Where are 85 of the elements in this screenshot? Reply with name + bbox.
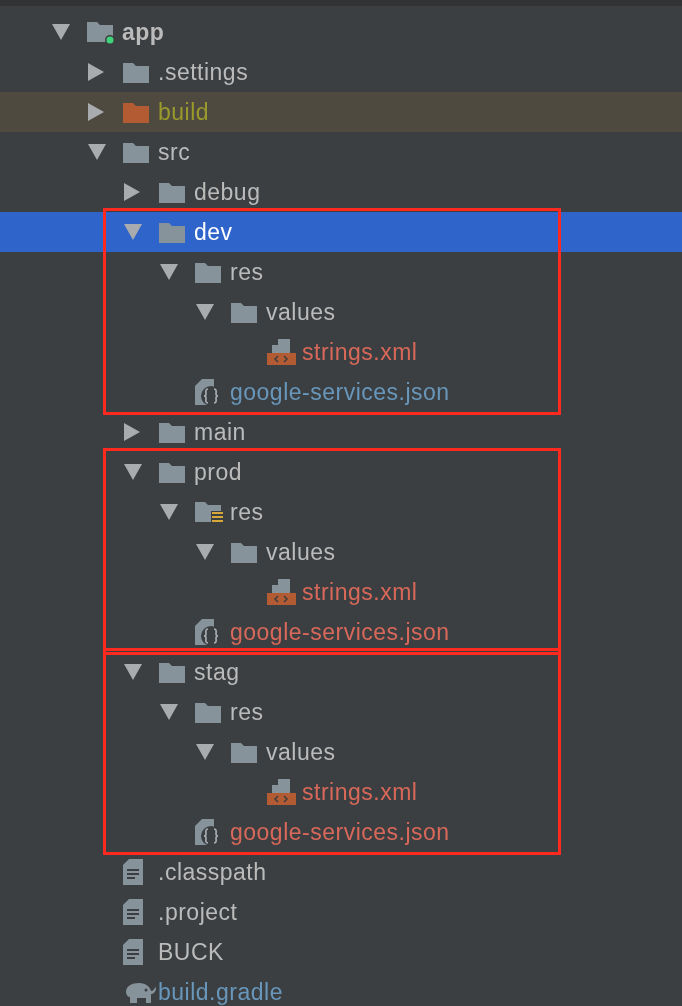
tree-item-label: values [266, 537, 336, 567]
expand-arrow-icon[interactable] [88, 63, 104, 81]
tree-item-label: google-services.json [230, 377, 450, 407]
collapse-arrow-icon[interactable] [196, 744, 214, 760]
tree-item-label: dev [194, 217, 233, 247]
tree-row[interactable]: debug [0, 172, 682, 212]
collapse-arrow-icon[interactable] [160, 504, 178, 520]
tree-row[interactable]: strings.xml [0, 572, 682, 612]
tree-row[interactable]: res [0, 492, 682, 532]
tree-item-label: stag [194, 657, 240, 687]
tree-item-label: src [158, 137, 191, 167]
tree-item-label: debug [194, 177, 261, 207]
tree-row[interactable]: values [0, 292, 682, 332]
collapse-arrow-icon[interactable] [160, 704, 178, 720]
tree-row[interactable]: build.gradle [0, 972, 682, 1006]
tree-row[interactable]: prod [0, 452, 682, 492]
folder-icon [230, 540, 258, 564]
tree-item-label: strings.xml [302, 777, 418, 807]
text-file-icon [122, 898, 144, 926]
folder-icon [158, 220, 186, 244]
tree-row[interactable]: src [0, 132, 682, 172]
tree-row[interactable]: .project [0, 892, 682, 932]
tree-row[interactable]: app [0, 12, 682, 52]
xml-file-icon [266, 578, 296, 606]
tree-item-label: app [122, 17, 165, 47]
tree-item-label: .classpath [158, 857, 267, 887]
expand-arrow-icon[interactable] [88, 103, 104, 121]
folder-icon [122, 100, 150, 124]
collapse-arrow-icon[interactable] [124, 664, 142, 680]
module-folder-icon [86, 19, 116, 45]
tree-item-label: build [158, 97, 210, 127]
tree-item-label: values [266, 297, 336, 327]
folder-icon [158, 180, 186, 204]
tree-item-label: strings.xml [302, 577, 418, 607]
tree-item-label: prod [194, 457, 243, 487]
collapse-arrow-icon[interactable] [160, 264, 178, 280]
collapse-arrow-icon[interactable] [52, 24, 70, 40]
tree-row[interactable]: main [0, 412, 682, 452]
tree-item-label: google-services.json [230, 617, 450, 647]
folder-icon [158, 660, 186, 684]
xml-file-icon [266, 338, 296, 366]
tree-row[interactable]: google-services.json [0, 612, 682, 652]
tree-item-label: .settings [158, 57, 249, 87]
tree-row[interactable]: build [0, 92, 682, 132]
folder-icon [194, 700, 222, 724]
tree-row[interactable]: .settings [0, 52, 682, 92]
folder-icon [158, 420, 186, 444]
folder-icon [122, 140, 150, 164]
tree-item-label: res [230, 497, 264, 527]
tree-item-label: build.gradle [158, 977, 283, 1006]
collapse-arrow-icon[interactable] [88, 144, 106, 160]
tree-item-label: strings.xml [302, 337, 418, 367]
tree-row[interactable]: google-services.json [0, 372, 682, 412]
tree-row[interactable]: google-services.json [0, 812, 682, 852]
tree-row[interactable]: strings.xml [0, 772, 682, 812]
folder-icon [158, 460, 186, 484]
tree-row[interactable]: strings.xml [0, 332, 682, 372]
tree-item-label: .project [158, 897, 238, 927]
tree-row[interactable]: res [0, 252, 682, 292]
folder-icon [230, 300, 258, 324]
text-file-icon [122, 858, 144, 886]
folder-icon [230, 740, 258, 764]
tree-item-label: res [230, 697, 264, 727]
folder-icon [194, 260, 222, 284]
text-file-icon [122, 938, 144, 966]
xml-file-icon [266, 778, 296, 806]
tree-row[interactable]: values [0, 532, 682, 572]
tree-item-label: BUCK [158, 937, 224, 967]
collapse-arrow-icon[interactable] [124, 464, 142, 480]
collapse-arrow-icon[interactable] [196, 304, 214, 320]
expand-arrow-icon[interactable] [124, 183, 140, 201]
tree-item-label: res [230, 257, 264, 287]
tree-row[interactable]: .classpath [0, 852, 682, 892]
folder-icon [122, 60, 150, 84]
tree-item-label: google-services.json [230, 817, 450, 847]
tree-row[interactable]: res [0, 692, 682, 732]
tree-row[interactable]: dev [0, 212, 682, 252]
expand-arrow-icon[interactable] [124, 423, 140, 441]
tree-item-label: main [194, 417, 246, 447]
tree-row[interactable]: stag [0, 652, 682, 692]
collapse-arrow-icon[interactable] [196, 544, 214, 560]
tree-item-label: values [266, 737, 336, 767]
resource-folder-icon [194, 499, 224, 525]
tree-row[interactable]: BUCK [0, 932, 682, 972]
tree-row[interactable]: values [0, 732, 682, 772]
